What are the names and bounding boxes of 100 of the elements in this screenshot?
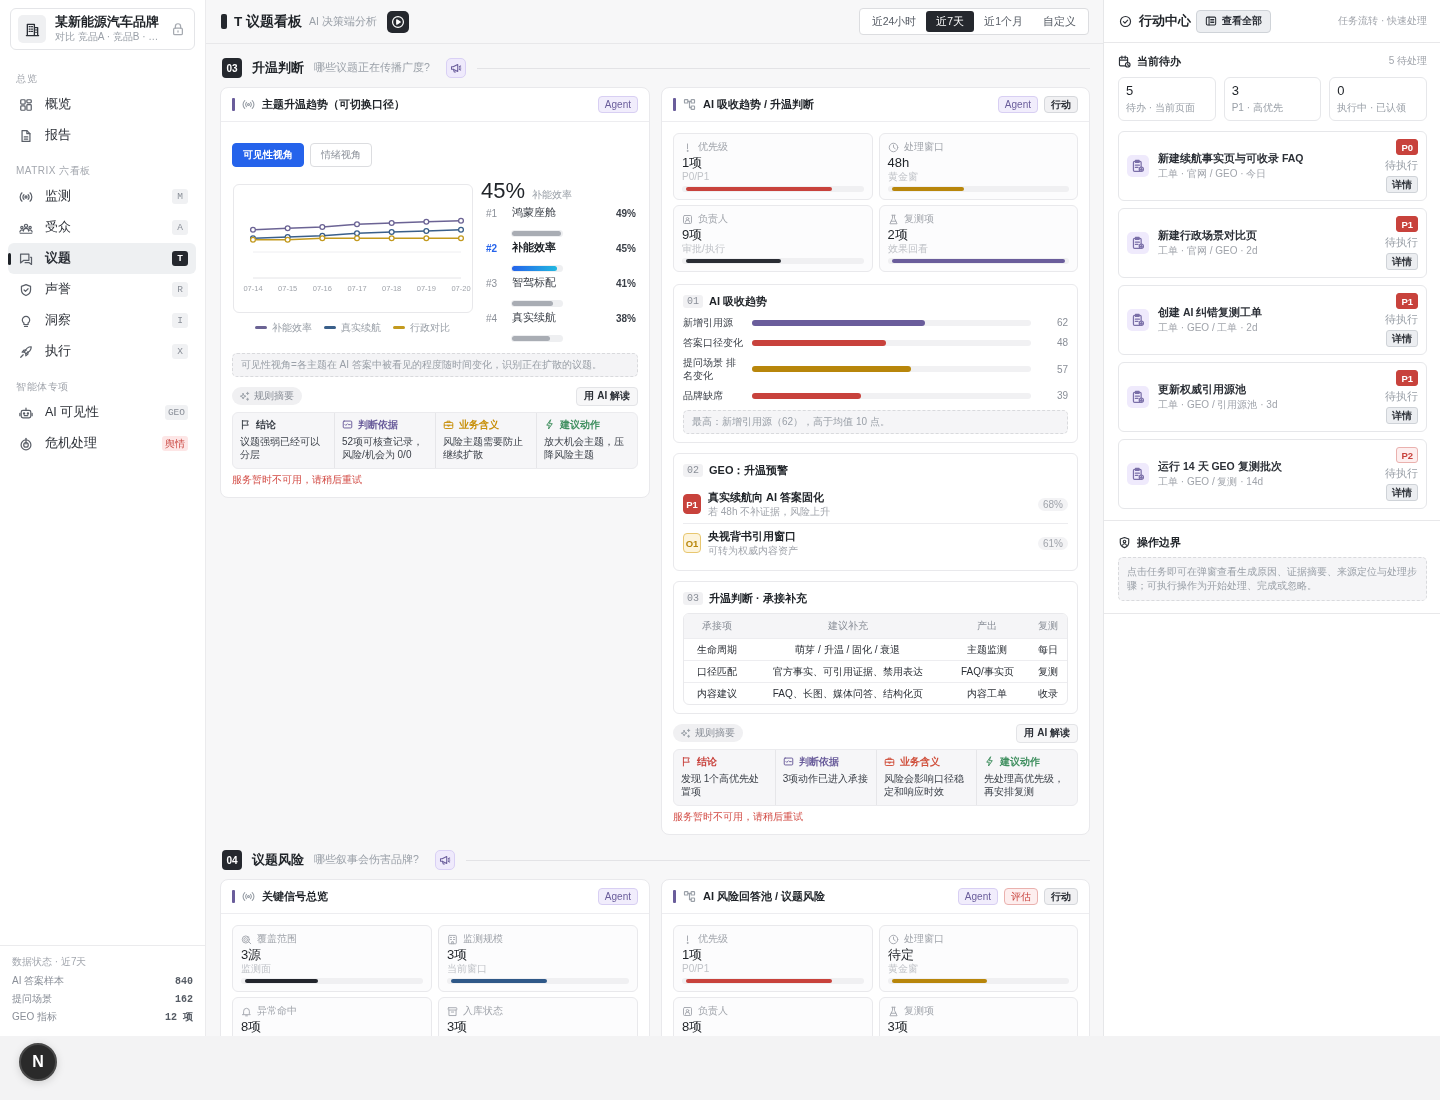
table-cell-text: 主题监测	[966, 642, 1009, 657]
flag-icon	[240, 419, 251, 430]
flowchart-icon	[683, 890, 696, 903]
task-card[interactable]: 创建 AI 纠错复测工单 工单 · GEO / 工单 · 2d P1 待执行 详情	[1118, 285, 1427, 355]
building-icon	[447, 933, 458, 945]
nav-badge: T	[172, 251, 188, 266]
bar-value: 39	[1055, 390, 1068, 401]
detail-button[interactable]: 详情	[1386, 484, 1418, 501]
nav-item[interactable]: 议题 T	[8, 243, 196, 274]
archive-icon	[447, 1005, 458, 1017]
lightning-icon	[984, 756, 996, 767]
task-card[interactable]: 更新权威引用源池 工单 · GEO / 引用源池 · 3d P1 待执行 详情	[1118, 362, 1427, 432]
task-status: 待执行	[1385, 390, 1418, 403]
section-title: 升温判断	[252, 59, 304, 77]
detail-button[interactable]: 详情	[1386, 330, 1418, 347]
nav-item[interactable]: 执行 X	[8, 336, 196, 367]
agent-tag: Agent	[957, 888, 998, 905]
play-button[interactable]	[386, 10, 409, 33]
action-button[interactable]: 行动	[1044, 888, 1078, 905]
megaphone-icon	[449, 62, 462, 74]
group-label: 总览	[15, 73, 38, 84]
megaphone-button[interactable]	[445, 58, 466, 78]
alert-title: 真实续航向 AI 答案固化	[708, 490, 826, 504]
priority-badge: P0	[1396, 139, 1418, 155]
megaphone-icon	[438, 854, 451, 866]
summary-label: 结论	[256, 417, 276, 432]
action-button[interactable]: 行动	[1044, 96, 1078, 113]
id-card-icon	[682, 1005, 693, 1017]
ai-interpret-button[interactable]: 用 AI 解读	[1016, 723, 1078, 743]
rank-name: 补能效率	[512, 241, 557, 255]
view-tab[interactable]: 情绪视角	[310, 143, 372, 167]
summary-label: 判断依据	[358, 417, 398, 432]
agent-tag: Agent	[597, 96, 638, 113]
time-range-tab[interactable]: 自定义	[1033, 11, 1086, 32]
signal-icon	[19, 189, 33, 204]
status-title: 数据状态 · 近7天	[12, 956, 88, 968]
nav-item[interactable]: AI 可见性 GEO	[8, 397, 196, 428]
nav-item[interactable]: 危机处理 舆情	[8, 428, 196, 459]
nav-item[interactable]: 洞察 I	[8, 305, 196, 336]
nav-item[interactable]: 受众 A	[8, 212, 196, 243]
nav-item[interactable]: 监测 M	[8, 181, 196, 212]
group-label: MATRIX 六看板	[15, 165, 92, 176]
metric-value: 3项	[447, 1019, 469, 1035]
summary-label: 建议动作	[560, 417, 600, 432]
detail-button[interactable]: 详情	[1386, 176, 1418, 193]
card-title: 关键信号总览	[262, 889, 328, 904]
view-all-button[interactable]: 查看全部	[1196, 9, 1271, 33]
panel-title: GEO：升温预警	[709, 462, 789, 478]
error-message: 服务暂时不可用，请稍后重试	[232, 474, 363, 486]
status-value: 162	[175, 993, 193, 1005]
legend-label: 补能效率	[272, 320, 312, 335]
task-card[interactable]: 新建续航事实页与可收录 FAQ 工单 · 官网 / GEO · 今日 P0 待执行 详情	[1118, 131, 1427, 201]
card-title: AI 风险回答池 / 议题风险	[703, 889, 826, 904]
megaphone-button[interactable]	[434, 850, 455, 870]
priority-badge: O1	[683, 533, 701, 553]
panel-number: 02	[683, 463, 703, 477]
table-cell-text: 内容工单	[966, 686, 1009, 701]
task-title: 新建续航事实页与可收录 FAQ	[1158, 152, 1305, 165]
nav-item[interactable]: 概览	[8, 89, 196, 120]
task-meta: 工单 · 官网 / GEO · 今日	[1158, 168, 1268, 180]
alert-subtitle: 若 48h 不补证据，风险上升	[708, 505, 832, 518]
metric-value: 2项	[887, 227, 909, 243]
info-note: 点击任务即可在弹窗查看生成原因、证据摘要、来源定位与处理步骤；可执行操作为开始处理、完成或忽略。	[1118, 557, 1427, 601]
flask-icon	[887, 213, 899, 225]
stat-label: 待办 · 当前页面	[1126, 101, 1196, 114]
brand-subtitle: 对比 竞品A · 竞品B · …	[55, 31, 160, 43]
table-cell-text: 收录	[1037, 686, 1060, 701]
stat-value: 3	[1231, 83, 1240, 99]
lightbulb-icon	[19, 313, 33, 328]
task-card[interactable]: 新建行政场景对比页 工单 · 官网 / GEO · 2d P1 待执行 详情	[1118, 208, 1427, 278]
summary-text: 52项可核查记录，风险/机会为 0/0	[342, 435, 425, 461]
dev-tools-button[interactable]: N	[19, 1043, 57, 1081]
status-label: AI 答案样本	[12, 974, 65, 988]
clipboard-icon	[1127, 463, 1149, 485]
detail-button[interactable]: 详情	[1386, 253, 1418, 270]
nav-item[interactable]: 报告	[8, 120, 196, 151]
task-status: 待执行	[1385, 159, 1418, 172]
rank-number: #3	[486, 277, 499, 289]
summary-label: 判断依据	[798, 754, 839, 769]
ai-interpret-button[interactable]: 用 AI 解读	[576, 386, 638, 406]
panel-number: 03	[683, 591, 703, 605]
task-title: 新建行政场景对比页	[1158, 229, 1258, 242]
table-cell-text: 复测	[1037, 664, 1060, 679]
time-range-tab[interactable]: 近24小时	[861, 11, 927, 32]
nav-item[interactable]: 声誉 R	[8, 274, 196, 305]
task-title: 创建 AI 纠错复测工单	[1158, 306, 1264, 319]
rank-value: 38%	[616, 312, 636, 324]
status-label: GEO 指标	[12, 1010, 57, 1024]
accent-bar	[673, 890, 676, 903]
summary-text: 发现 1个高优先处置项	[681, 772, 761, 798]
brand-card[interactable]: 某新能源汽车品牌 对比 竞品A · 竞品B · …	[10, 8, 195, 50]
time-range-tab[interactable]: 近1个月	[974, 11, 1033, 32]
detail-button[interactable]: 详情	[1386, 407, 1418, 424]
task-card[interactable]: 运行 14 天 GEO 复测批次 工单 · GEO / 复测 · 14d P2 待执行 详情	[1118, 439, 1427, 509]
metric-value: 3源	[241, 947, 263, 963]
summary-text: 风险会影响口径稳定和响应时效	[883, 772, 965, 798]
robot-icon	[19, 405, 33, 420]
rank-value: 45%	[616, 242, 636, 254]
time-range-tab[interactable]: 近7天	[926, 11, 975, 32]
view-tab[interactable]: 可见性视角	[232, 143, 304, 167]
